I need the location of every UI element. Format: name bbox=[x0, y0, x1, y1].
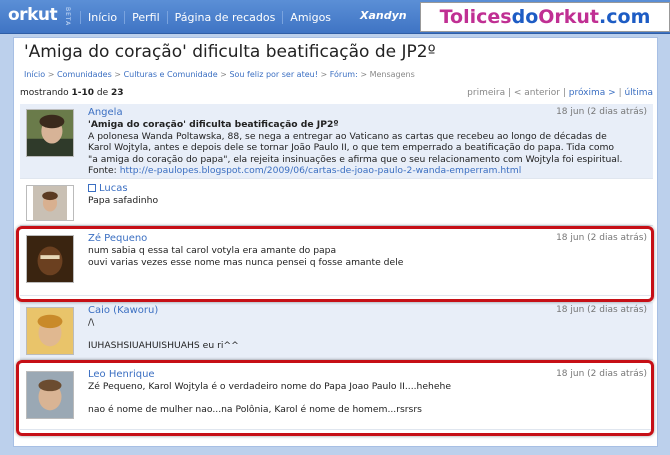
breadcrumb-messages: Mensagens bbox=[369, 70, 415, 79]
brand-part-1: Tolices bbox=[439, 6, 512, 28]
current-user[interactable]: Xandyn bbox=[360, 9, 407, 22]
avatar[interactable] bbox=[26, 307, 74, 355]
post-line: Karol Wojtyla, antes e depois dele se to… bbox=[88, 142, 615, 153]
nav-friends[interactable]: Amigos bbox=[282, 10, 338, 24]
avatar[interactable] bbox=[26, 185, 74, 221]
post-date: 18 jun (2 dias atrás) bbox=[556, 107, 647, 117]
highlight-box bbox=[16, 360, 654, 436]
highlight-box bbox=[16, 226, 654, 302]
breadcrumb-forum[interactable]: Fórum: bbox=[330, 70, 358, 79]
post-body: Papa safadinho bbox=[88, 195, 648, 207]
nav-home[interactable]: Início bbox=[80, 10, 124, 24]
showing-total: 23 bbox=[111, 88, 124, 98]
forum-post: Caio (Kaworu) 18 jun (2 dias atrás) /\ I… bbox=[20, 302, 653, 360]
top-navigation-bar: orkut BETA Início Perfil Página de recad… bbox=[0, 0, 670, 34]
showing-of: de bbox=[96, 88, 109, 98]
brand-part-4: .com bbox=[599, 6, 651, 28]
orkut-logo[interactable]: orkut bbox=[8, 5, 58, 25]
showing-range: 1-10 bbox=[71, 88, 95, 98]
showing-label: mostrando bbox=[20, 88, 69, 98]
source-link[interactable]: http://e-paulopes.blogspot.com/2009/06/c… bbox=[120, 165, 522, 176]
post-author-name[interactable]: Lucas bbox=[99, 183, 128, 194]
brand-part-2: do bbox=[511, 6, 539, 28]
watermark-brand: Tolices do Orkut .com bbox=[420, 2, 670, 32]
beta-label: BETA bbox=[64, 7, 71, 27]
post-subject: 'Amiga do coração' dificulta beatificaçã… bbox=[88, 119, 339, 130]
post-body: 'Amiga do coração' dificulta beatificaçã… bbox=[88, 119, 648, 177]
post-author[interactable]: Angela bbox=[88, 107, 123, 118]
breadcrumb-community[interactable]: Sou feliz por ser ateu! bbox=[229, 70, 317, 79]
post-author: Lucas bbox=[88, 183, 128, 194]
post-body: /\ IUHASHSIUAHUISHUAHS eu ri^^ bbox=[88, 317, 648, 352]
main-nav: Início Perfil Página de recados Amigos bbox=[80, 0, 338, 34]
next-page-link[interactable]: próxima > bbox=[569, 88, 616, 98]
community-member-icon bbox=[88, 184, 96, 192]
post-line: Papa safadinho bbox=[88, 195, 159, 206]
previous-page-link: < anterior bbox=[513, 88, 560, 98]
brand-part-3: Orkut bbox=[538, 6, 600, 28]
breadcrumb-category[interactable]: Culturas e Comunidade bbox=[124, 70, 218, 79]
last-page-link[interactable]: última bbox=[624, 88, 653, 98]
forum-post: Lucas Papa safadinho bbox=[20, 180, 653, 226]
source-label: Fonte: bbox=[88, 165, 117, 176]
nav-profile[interactable]: Perfil bbox=[124, 10, 167, 24]
post-author[interactable]: Caio (Kaworu) bbox=[88, 305, 158, 316]
pagination-bar: mostrando 1-10 de 23 primeira | < anteri… bbox=[20, 88, 653, 102]
post-line: A polonesa Wanda Poltawska, 88, se nega … bbox=[88, 130, 607, 142]
breadcrumb-communities[interactable]: Comunidades bbox=[57, 70, 112, 79]
breadcrumb: Início > Comunidades > Culturas e Comuni… bbox=[24, 70, 415, 79]
post-line: IUHASHSIUAHUISHUAHS eu ri^^ bbox=[88, 340, 239, 351]
page-links: primeira | < anterior | próxima > | últi… bbox=[467, 88, 653, 98]
avatar[interactable] bbox=[26, 109, 74, 157]
nav-scraps[interactable]: Página de recados bbox=[166, 10, 283, 24]
post-date: 18 jun (2 dias atrás) bbox=[556, 305, 647, 315]
post-line: "a amiga do coração do papa", ela rejeit… bbox=[88, 153, 623, 165]
page-title: 'Amiga do coração' dificulta beatificaçã… bbox=[24, 42, 436, 62]
showing-count: mostrando 1-10 de 23 bbox=[20, 88, 124, 98]
post-line: /\ bbox=[88, 317, 95, 328]
first-page-link: primeira bbox=[467, 88, 506, 98]
forum-post: Angela 18 jun (2 dias atrás) 'Amiga do c… bbox=[20, 104, 653, 179]
breadcrumb-home[interactable]: Início bbox=[24, 70, 45, 79]
